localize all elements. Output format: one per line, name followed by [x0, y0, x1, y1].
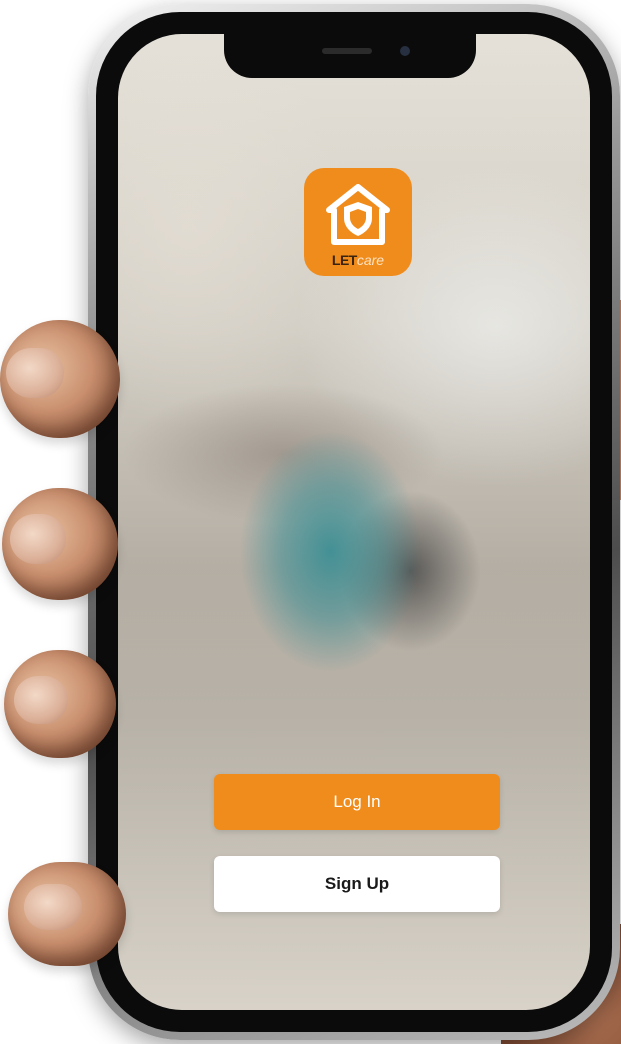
logo-word-let: LET: [331, 252, 357, 268]
app-screen: LETcare Log In Sign Up: [118, 34, 590, 1010]
hand-finger-3: [4, 650, 116, 758]
speaker-grille: [322, 48, 372, 54]
logo-wordmark: LETcare: [304, 252, 412, 268]
app-logo: LETcare: [304, 168, 412, 276]
phone-frame: LETcare Log In Sign Up: [88, 4, 620, 1040]
hand-finger-2: [2, 488, 118, 600]
fingernail: [14, 676, 68, 724]
house-shield-icon: [326, 184, 390, 245]
fingernail: [6, 348, 64, 398]
hand-finger-4: [8, 862, 126, 966]
fingernail: [10, 514, 66, 564]
signup-button[interactable]: Sign Up: [214, 856, 500, 912]
login-button[interactable]: Log In: [214, 774, 500, 830]
phone-bezel: LETcare Log In Sign Up: [96, 12, 612, 1032]
front-camera: [400, 46, 410, 56]
phone-notch: [224, 34, 476, 78]
hand-finger-1: [0, 320, 120, 438]
fingernail: [24, 884, 82, 930]
logo-word-care: care: [356, 252, 385, 268]
